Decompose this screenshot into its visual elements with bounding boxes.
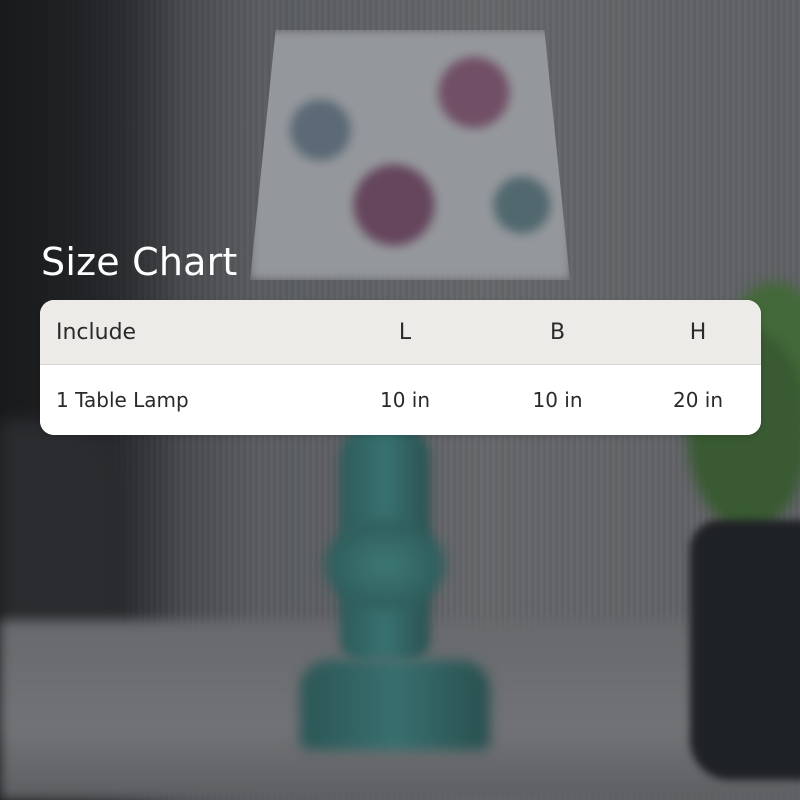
table-row: 1 Table Lamp 10 in 10 in 20 in: [40, 365, 761, 435]
size-chart-title: Size Chart: [41, 240, 238, 284]
cell-item: 1 Table Lamp: [56, 388, 189, 412]
header-include: Include: [56, 319, 137, 345]
cell-breadth: 10 in: [532, 388, 583, 412]
cell-height: 20 in: [672, 388, 724, 412]
header-length: L: [398, 319, 412, 345]
header-breadth: B: [549, 319, 566, 345]
table-header-row: Include L B H: [40, 300, 761, 365]
cell-length: 10 in: [379, 388, 431, 412]
header-height: H: [689, 319, 707, 345]
size-chart-table: Include L B H 1 Table Lamp 10 in 10 in 2…: [40, 300, 761, 435]
